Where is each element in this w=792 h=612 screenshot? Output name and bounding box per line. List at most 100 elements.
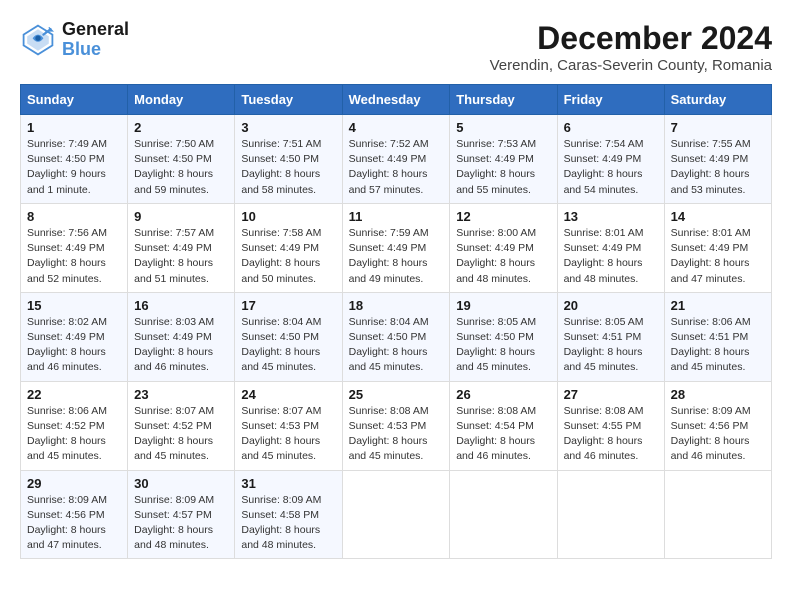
calendar-week-1: 8 Sunrise: 7:56 AM Sunset: 4:49 PM Dayli…	[21, 203, 772, 292]
calendar-table: SundayMondayTuesdayWednesdayThursdayFrid…	[20, 84, 772, 559]
day-number: 21	[671, 298, 765, 313]
page-title: December 2024	[490, 20, 772, 57]
day-number: 30	[134, 476, 228, 491]
day-detail: Sunrise: 7:54 AM Sunset: 4:49 PM Dayligh…	[564, 137, 658, 198]
day-number: 16	[134, 298, 228, 313]
calendar-cell: 17 Sunrise: 8:04 AM Sunset: 4:50 PM Dayl…	[235, 292, 342, 381]
day-number: 1	[27, 120, 121, 135]
calendar-header: SundayMondayTuesdayWednesdayThursdayFrid…	[21, 85, 772, 115]
calendar-cell: 29 Sunrise: 8:09 AM Sunset: 4:56 PM Dayl…	[21, 470, 128, 559]
day-number: 13	[564, 209, 658, 224]
calendar-cell: 16 Sunrise: 8:03 AM Sunset: 4:49 PM Dayl…	[128, 292, 235, 381]
day-detail: Sunrise: 8:08 AM Sunset: 4:55 PM Dayligh…	[564, 404, 658, 465]
day-number: 8	[27, 209, 121, 224]
day-number: 12	[456, 209, 550, 224]
day-number: 4	[349, 120, 444, 135]
calendar-cell: 20 Sunrise: 8:05 AM Sunset: 4:51 PM Dayl…	[557, 292, 664, 381]
calendar-cell: 22 Sunrise: 8:06 AM Sunset: 4:52 PM Dayl…	[21, 381, 128, 470]
day-detail: Sunrise: 8:08 AM Sunset: 4:54 PM Dayligh…	[456, 404, 550, 465]
calendar-cell: 15 Sunrise: 8:02 AM Sunset: 4:49 PM Dayl…	[21, 292, 128, 381]
calendar-cell: 14 Sunrise: 8:01 AM Sunset: 4:49 PM Dayl…	[664, 203, 771, 292]
day-detail: Sunrise: 7:57 AM Sunset: 4:49 PM Dayligh…	[134, 226, 228, 287]
day-number: 23	[134, 387, 228, 402]
page-header: General Blue December 2024 Verendin, Car…	[20, 20, 772, 74]
day-number: 7	[671, 120, 765, 135]
day-number: 28	[671, 387, 765, 402]
day-number: 26	[456, 387, 550, 402]
day-detail: Sunrise: 7:51 AM Sunset: 4:50 PM Dayligh…	[241, 137, 335, 198]
calendar-cell: 30 Sunrise: 8:09 AM Sunset: 4:57 PM Dayl…	[128, 470, 235, 559]
calendar-cell: 19 Sunrise: 8:05 AM Sunset: 4:50 PM Dayl…	[450, 292, 557, 381]
day-detail: Sunrise: 8:07 AM Sunset: 4:52 PM Dayligh…	[134, 404, 228, 465]
day-detail: Sunrise: 8:05 AM Sunset: 4:51 PM Dayligh…	[564, 315, 658, 376]
day-detail: Sunrise: 7:50 AM Sunset: 4:50 PM Dayligh…	[134, 137, 228, 198]
day-detail: Sunrise: 8:03 AM Sunset: 4:49 PM Dayligh…	[134, 315, 228, 376]
calendar-week-3: 22 Sunrise: 8:06 AM Sunset: 4:52 PM Dayl…	[21, 381, 772, 470]
day-number: 9	[134, 209, 228, 224]
header-thursday: Thursday	[450, 85, 557, 115]
day-detail: Sunrise: 8:08 AM Sunset: 4:53 PM Dayligh…	[349, 404, 444, 465]
calendar-week-0: 1 Sunrise: 7:49 AM Sunset: 4:50 PM Dayli…	[21, 115, 772, 204]
calendar-cell: 21 Sunrise: 8:06 AM Sunset: 4:51 PM Dayl…	[664, 292, 771, 381]
day-detail: Sunrise: 7:59 AM Sunset: 4:49 PM Dayligh…	[349, 226, 444, 287]
day-detail: Sunrise: 7:56 AM Sunset: 4:49 PM Dayligh…	[27, 226, 121, 287]
day-number: 25	[349, 387, 444, 402]
day-number: 24	[241, 387, 335, 402]
day-number: 31	[241, 476, 335, 491]
calendar-cell: 31 Sunrise: 8:09 AM Sunset: 4:58 PM Dayl…	[235, 470, 342, 559]
calendar-cell	[664, 470, 771, 559]
day-detail: Sunrise: 7:53 AM Sunset: 4:49 PM Dayligh…	[456, 137, 550, 198]
day-number: 29	[27, 476, 121, 491]
day-number: 10	[241, 209, 335, 224]
day-detail: Sunrise: 7:49 AM Sunset: 4:50 PM Dayligh…	[27, 137, 121, 198]
calendar-cell: 8 Sunrise: 7:56 AM Sunset: 4:49 PM Dayli…	[21, 203, 128, 292]
day-detail: Sunrise: 8:09 AM Sunset: 4:57 PM Dayligh…	[134, 493, 228, 554]
day-detail: Sunrise: 8:01 AM Sunset: 4:49 PM Dayligh…	[671, 226, 765, 287]
header-sunday: Sunday	[21, 85, 128, 115]
calendar-cell: 13 Sunrise: 8:01 AM Sunset: 4:49 PM Dayl…	[557, 203, 664, 292]
calendar-week-4: 29 Sunrise: 8:09 AM Sunset: 4:56 PM Dayl…	[21, 470, 772, 559]
header-wednesday: Wednesday	[342, 85, 450, 115]
day-detail: Sunrise: 8:04 AM Sunset: 4:50 PM Dayligh…	[241, 315, 335, 376]
day-detail: Sunrise: 8:06 AM Sunset: 4:51 PM Dayligh…	[671, 315, 765, 376]
day-detail: Sunrise: 8:05 AM Sunset: 4:50 PM Dayligh…	[456, 315, 550, 376]
calendar-cell: 4 Sunrise: 7:52 AM Sunset: 4:49 PM Dayli…	[342, 115, 450, 204]
calendar-cell: 12 Sunrise: 8:00 AM Sunset: 4:49 PM Dayl…	[450, 203, 557, 292]
calendar-cell: 25 Sunrise: 8:08 AM Sunset: 4:53 PM Dayl…	[342, 381, 450, 470]
logo-text: General Blue	[62, 20, 129, 60]
day-detail: Sunrise: 8:06 AM Sunset: 4:52 PM Dayligh…	[27, 404, 121, 465]
day-detail: Sunrise: 8:00 AM Sunset: 4:49 PM Dayligh…	[456, 226, 550, 287]
calendar-cell: 24 Sunrise: 8:07 AM Sunset: 4:53 PM Dayl…	[235, 381, 342, 470]
header-friday: Friday	[557, 85, 664, 115]
calendar-cell: 7 Sunrise: 7:55 AM Sunset: 4:49 PM Dayli…	[664, 115, 771, 204]
title-area: December 2024 Verendin, Caras-Severin Co…	[490, 20, 772, 74]
day-number: 5	[456, 120, 550, 135]
calendar-cell: 18 Sunrise: 8:04 AM Sunset: 4:50 PM Dayl…	[342, 292, 450, 381]
day-detail: Sunrise: 7:55 AM Sunset: 4:49 PM Dayligh…	[671, 137, 765, 198]
day-detail: Sunrise: 8:02 AM Sunset: 4:49 PM Dayligh…	[27, 315, 121, 376]
day-detail: Sunrise: 8:07 AM Sunset: 4:53 PM Dayligh…	[241, 404, 335, 465]
day-detail: Sunrise: 8:04 AM Sunset: 4:50 PM Dayligh…	[349, 315, 444, 376]
calendar-cell: 2 Sunrise: 7:50 AM Sunset: 4:50 PM Dayli…	[128, 115, 235, 204]
calendar-cell: 3 Sunrise: 7:51 AM Sunset: 4:50 PM Dayli…	[235, 115, 342, 204]
day-number: 15	[27, 298, 121, 313]
calendar-body: 1 Sunrise: 7:49 AM Sunset: 4:50 PM Dayli…	[21, 115, 772, 559]
page-subtitle: Verendin, Caras-Severin County, Romania	[490, 57, 772, 74]
calendar-cell: 9 Sunrise: 7:57 AM Sunset: 4:49 PM Dayli…	[128, 203, 235, 292]
day-number: 20	[564, 298, 658, 313]
header-monday: Monday	[128, 85, 235, 115]
calendar-cell: 11 Sunrise: 7:59 AM Sunset: 4:49 PM Dayl…	[342, 203, 450, 292]
day-detail: Sunrise: 8:09 AM Sunset: 4:56 PM Dayligh…	[671, 404, 765, 465]
calendar-cell: 23 Sunrise: 8:07 AM Sunset: 4:52 PM Dayl…	[128, 381, 235, 470]
day-detail: Sunrise: 7:58 AM Sunset: 4:49 PM Dayligh…	[241, 226, 335, 287]
logo-icon	[20, 22, 56, 58]
day-number: 18	[349, 298, 444, 313]
day-number: 27	[564, 387, 658, 402]
day-number: 11	[349, 209, 444, 224]
calendar-cell	[450, 470, 557, 559]
day-detail: Sunrise: 8:09 AM Sunset: 4:58 PM Dayligh…	[241, 493, 335, 554]
day-number: 19	[456, 298, 550, 313]
logo: General Blue	[20, 20, 129, 60]
day-number: 14	[671, 209, 765, 224]
calendar-cell: 26 Sunrise: 8:08 AM Sunset: 4:54 PM Dayl…	[450, 381, 557, 470]
